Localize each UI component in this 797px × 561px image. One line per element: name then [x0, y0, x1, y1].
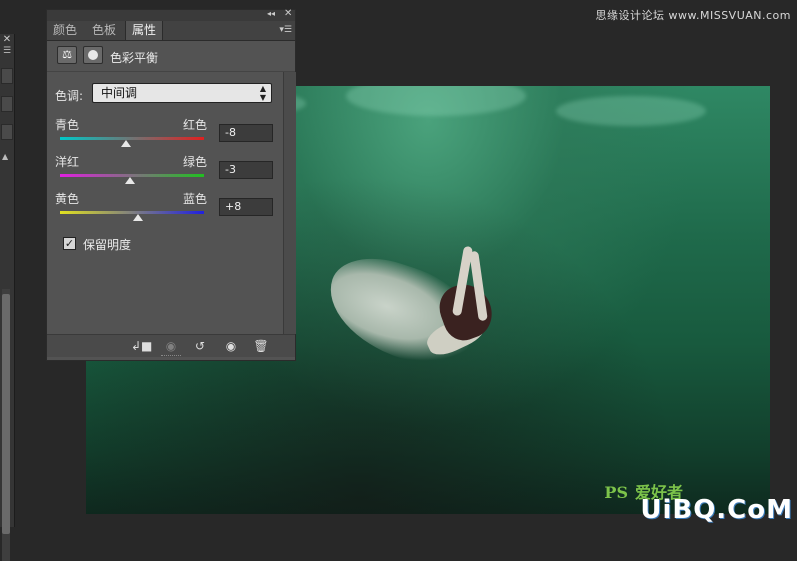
tone-select[interactable]: 中间调 ▲ ▼	[92, 83, 272, 103]
menu-icon[interactable]: ☰	[1, 46, 13, 56]
light-ripple	[346, 86, 526, 116]
slider-value-input[interactable]: -3	[219, 161, 273, 179]
slider-left-label: 洋红	[55, 155, 80, 169]
mask-icon[interactable]	[83, 46, 103, 64]
reset-icon[interactable]: ↺	[190, 337, 210, 355]
panel-title: 色彩平衡	[110, 51, 159, 65]
preserve-luminosity-label: 保留明度	[83, 238, 132, 252]
panel-menu-icon[interactable]: ▾☰	[279, 25, 292, 35]
collapse-icon[interactable]: ◂◂	[267, 9, 275, 18]
close-icon[interactable]: ✕	[284, 8, 292, 19]
slider-thumb[interactable]	[121, 140, 132, 147]
watermark-bottom: PS 爱好者 UiBQ.CoM	[593, 465, 793, 525]
panel-footer: ↲■ ◉ ↺ ◉ 🗑	[47, 334, 295, 357]
tab-swatches[interactable]: 色板	[86, 21, 122, 40]
site-logo: UiBQ.CoM	[640, 495, 793, 525]
light-ripple	[556, 96, 706, 126]
slider-value-input[interactable]: -8	[219, 124, 273, 142]
tool-button[interactable]	[1, 68, 13, 84]
visibility-icon[interactable]: ◉	[221, 337, 241, 355]
tab-color[interactable]: 颜色	[47, 21, 83, 40]
tone-label: 色调:	[55, 89, 84, 103]
slider-right-label: 蓝色	[183, 192, 208, 206]
panel-header: ⚖ 色彩平衡	[47, 41, 295, 72]
slider-left-label: 黄色	[55, 192, 80, 206]
slider-left-label: 青色	[55, 118, 80, 132]
panel-tabs: 颜色 色板 属性	[47, 21, 295, 41]
select-arrows-icon: ▲ ▼	[259, 84, 266, 102]
preserve-luminosity-checkbox[interactable]: ✓	[63, 237, 76, 250]
trash-icon[interactable]: 🗑	[251, 337, 271, 355]
scroll-up-icon[interactable]: ▲	[2, 152, 8, 161]
tool-button[interactable]	[1, 124, 13, 140]
scrollbar-thumb[interactable]	[2, 294, 10, 534]
slider-thumb[interactable]	[124, 177, 135, 184]
watermark-top: 思缘设计论坛 www.MISSVUAN.com	[595, 9, 791, 22]
view-previous-icon[interactable]: ◉	[161, 337, 181, 355]
tab-properties[interactable]: 属性	[125, 21, 164, 40]
panel-titlebar[interactable]: ◂◂ ✕	[47, 8, 295, 21]
slider-value-input[interactable]: +8	[219, 198, 273, 216]
slider-thumb[interactable]	[132, 214, 143, 221]
balance-scale-icon[interactable]: ⚖	[57, 46, 77, 64]
slider-right-label: 红色	[183, 118, 208, 132]
close-icon[interactable]: ✕	[1, 34, 13, 45]
slider-track[interactable]	[60, 137, 204, 140]
clip-to-layer-icon[interactable]: ↲■	[131, 337, 152, 355]
properties-panel: ◂◂ ✕ 颜色 色板 属性 ▾☰ ⚖ 色彩平衡 色调: 中间调 ▲ ▼ ✓ 保留明…	[46, 8, 296, 361]
tool-button[interactable]	[1, 96, 13, 112]
panel-scrollbar[interactable]	[283, 72, 296, 334]
resize-grip[interactable]	[161, 355, 181, 359]
left-tool-strip: ✕ ☰ ▲	[0, 34, 15, 561]
slider-right-label: 绿色	[183, 155, 208, 169]
